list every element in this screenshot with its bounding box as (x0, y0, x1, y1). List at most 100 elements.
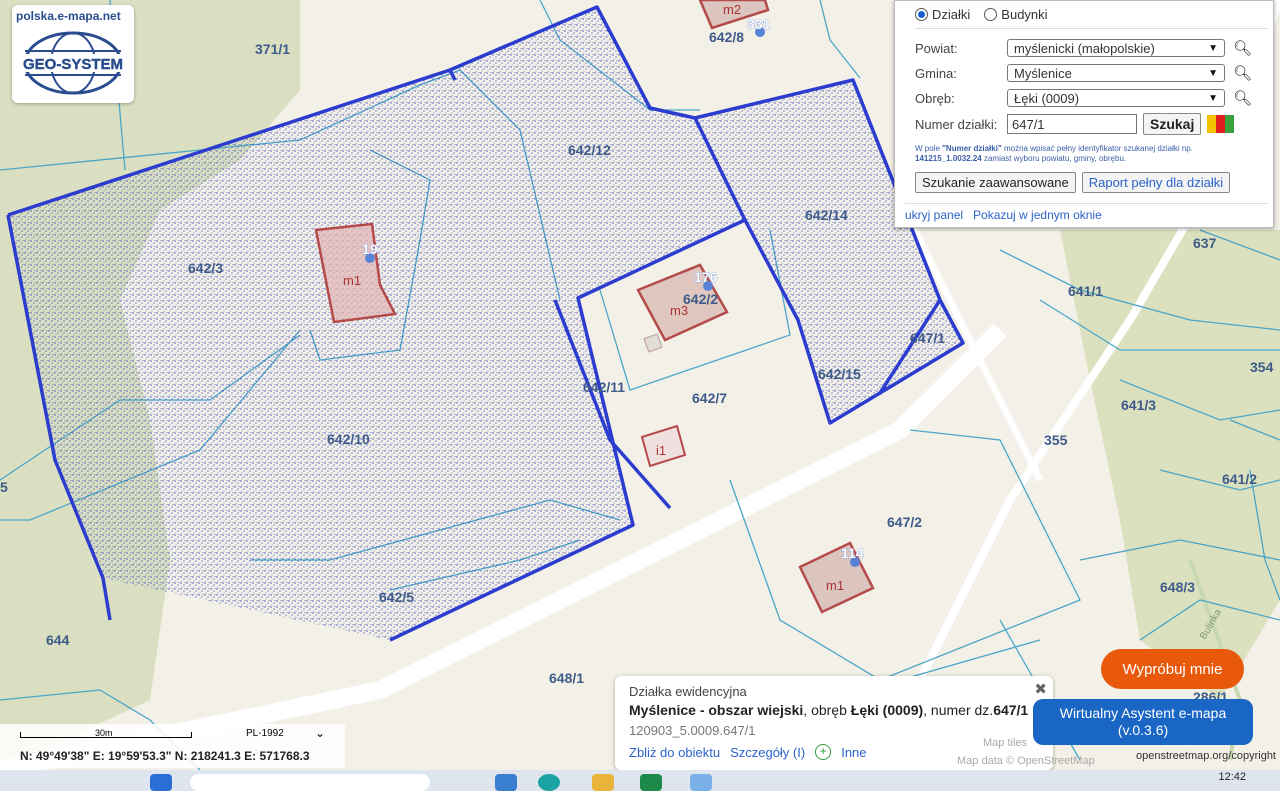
panel-divider-bottom (905, 203, 1267, 204)
powiat-label: Powiat: (915, 40, 958, 56)
radio-budynki-dot[interactable] (984, 8, 998, 21)
assistant-version: (v.0.3.6) (1117, 722, 1169, 738)
plus-circle-icon[interactable]: + (815, 744, 832, 760)
parcel-label-641-3: 641/3 (1121, 397, 1156, 413)
search-icon[interactable]: 🔍︎ (1233, 39, 1252, 57)
parcel-label-641-2: 641/2 (1222, 471, 1257, 487)
chevron-down-icon: ▼ (1208, 92, 1218, 104)
szukaj-button[interactable]: Szukaj (1143, 113, 1202, 135)
taskbar-search-box[interactable] (190, 774, 430, 791)
single-window-link[interactable]: Pokazuj w jednym oknie (973, 208, 1102, 222)
other-link[interactable]: Inne (841, 745, 866, 760)
parcel-label-642-10: 642/10 (327, 431, 370, 447)
building-label-m3: m3 (670, 303, 688, 318)
os-taskbar: 12:42 (0, 770, 1280, 791)
parcel-label-642-15: 642/15 (818, 366, 861, 382)
scale-and-coordinates: 30m PL-1992 ⌄ N: 49°49'38" E: 19°59'53.3… (0, 724, 345, 768)
search-panel: Działki Budynki Powiat: myślenicki (mało… (894, 0, 1274, 228)
radio-dzialki-label: Działki (932, 7, 971, 22)
powiat-row: Powiat: myślenicki (małopolskie) ▼ 🔍︎ (915, 39, 1252, 57)
chevron-down-icon: ▼ (1208, 67, 1218, 79)
obreb-row: Obręb: Łęki (0009) ▼ 🔍︎ (915, 89, 1252, 107)
obreb-label: Obręb: (915, 90, 955, 106)
taskbar-app-icon[interactable] (495, 774, 517, 791)
zoom-to-object-link[interactable]: Zbliż do obiektu (629, 745, 720, 760)
numer-label: Numer działki: (915, 116, 998, 132)
cursor-coordinates: N: 49°49'38" E: 19°59'53.3" N: 218241.3 … (20, 749, 310, 763)
parcel-label-642-7: 642/7 (692, 390, 727, 406)
close-icon[interactable]: ✖ (1034, 680, 1047, 698)
obreb-value: Łęki (0009) (1014, 90, 1080, 106)
browser-icon[interactable] (538, 774, 560, 791)
try-me-button[interactable]: Wypróbuj mnie (1101, 649, 1244, 689)
parcel-label-642-2: 642/2 (683, 291, 718, 307)
parcel-label-641-1: 641/1 (1068, 283, 1103, 299)
numer-dzialki-value: 647/1 (1012, 116, 1045, 132)
logo-brand: GEO-SYSTEM (23, 56, 123, 73)
search-icon[interactable]: 🔍︎ (1233, 89, 1252, 107)
numer-dzialki-input[interactable]: 647/1 (1007, 114, 1137, 134)
details-link[interactable]: Szczegóły (I) (730, 745, 805, 760)
map-data-attribution: Map data © OpenStreetMap (957, 755, 1095, 767)
info-parcel-id: 120903_5.0009.647/1 (629, 723, 756, 738)
logo[interactable]: polska.e-mapa.net GEO-SYSTEM (12, 5, 134, 103)
gmina-value: Myślenice (1014, 65, 1072, 81)
spreadsheet-icon[interactable] (640, 774, 662, 791)
taskbar-app-icon-2[interactable] (690, 774, 712, 791)
search-icon[interactable]: 🔍︎ (1233, 64, 1252, 82)
building-label-i1: i1 (656, 443, 666, 458)
parcel-label-642-5: 642/5 (379, 589, 414, 605)
parcel-label-355: 355 (1044, 432, 1068, 448)
gmina-label: Gmina: (915, 65, 957, 81)
map-tiles-attribution: Map tiles (983, 737, 1028, 749)
taskbar-clock: 12:42 (1218, 771, 1246, 783)
building-label-m1-right: m1 (826, 578, 844, 593)
folder-icon[interactable] (592, 774, 614, 791)
address-label-114: 114 (841, 545, 864, 561)
address-label-176: 176 (694, 269, 718, 285)
radio-budynki-label: Budynki (1001, 7, 1048, 22)
parcel-label-644: 644 (46, 632, 70, 648)
full-report-button[interactable]: Raport pełny dla działki (1081, 172, 1231, 193)
object-type-radios: Działki Budynki (915, 7, 1048, 22)
info-description: Myślenice - obszar wiejski, obręb Łęki (… (629, 702, 1029, 718)
panel-divider (915, 28, 1267, 29)
panel-links: ukryj panel Pokazuj w jednym oknie (905, 208, 1102, 222)
chevron-down-icon[interactable]: ⌄ (315, 726, 325, 740)
chevron-down-icon: ▼ (1208, 42, 1218, 54)
powiat-select[interactable]: myślenicki (małopolskie) ▼ (1007, 39, 1225, 57)
parcel-label-642-11: 642/11 (583, 379, 625, 395)
parcel-label-647-2: 647/2 (887, 514, 922, 530)
search-hint: W pole "Numer działki" można wpisać pełn… (915, 144, 1193, 163)
parcel-label-354: 354 (1250, 359, 1274, 375)
parcel-label-371-1: 371/1 (255, 41, 290, 57)
logo-url: polska.e-mapa.net (16, 9, 121, 23)
assistant-title: Wirtualny Asystent e-mapa (1059, 705, 1227, 721)
advanced-search-button[interactable]: Szukanie zaawansowane (915, 172, 1076, 193)
parcel-label-642-14: 642/14 (805, 207, 848, 223)
obreb-select[interactable]: Łęki (0009) ▼ (1007, 89, 1225, 107)
color-swatches[interactable] (1207, 115, 1235, 133)
start-icon[interactable] (150, 774, 172, 791)
parcel-label-642-12: 642/12 (568, 142, 611, 158)
gmina-select[interactable]: Myślenice ▼ (1007, 64, 1225, 82)
radio-dzialki[interactable]: Działki (915, 7, 970, 22)
parcel-label-642-8: 642/8 (709, 29, 744, 45)
globe-icon: GEO-SYSTEM (19, 31, 127, 95)
scale-distance: 30m (95, 728, 113, 738)
parcel-label-647-1: 647/1 (910, 330, 945, 346)
virtual-assistant-button[interactable]: Wirtualny Asystent e-mapa (v.0.3.6) (1033, 699, 1253, 745)
radio-dzialki-dot[interactable] (915, 8, 928, 21)
address-label-19: 19 (362, 241, 378, 257)
radio-budynki[interactable]: Budynki (984, 7, 1048, 22)
panel-buttons: Szukanie zaawansowane Raport pełny dla d… (915, 172, 1231, 193)
numer-row: Numer działki: 647/1 Szukaj (915, 113, 1235, 135)
gmina-row: Gmina: Myślenice ▼ 🔍︎ (915, 64, 1252, 82)
parcel-label-637: 637 (1193, 235, 1217, 251)
address-label-331: 331 (747, 16, 771, 32)
crs-select[interactable]: PL-1992 (246, 728, 284, 739)
parcel-label-648-3: 648/3 (1160, 579, 1195, 595)
info-links: Zbliż do obiektu Szczegóły (I) + Inne (629, 744, 867, 760)
info-title: Działka ewidencyjna (629, 684, 747, 699)
hide-panel-link[interactable]: ukryj panel (905, 208, 963, 222)
